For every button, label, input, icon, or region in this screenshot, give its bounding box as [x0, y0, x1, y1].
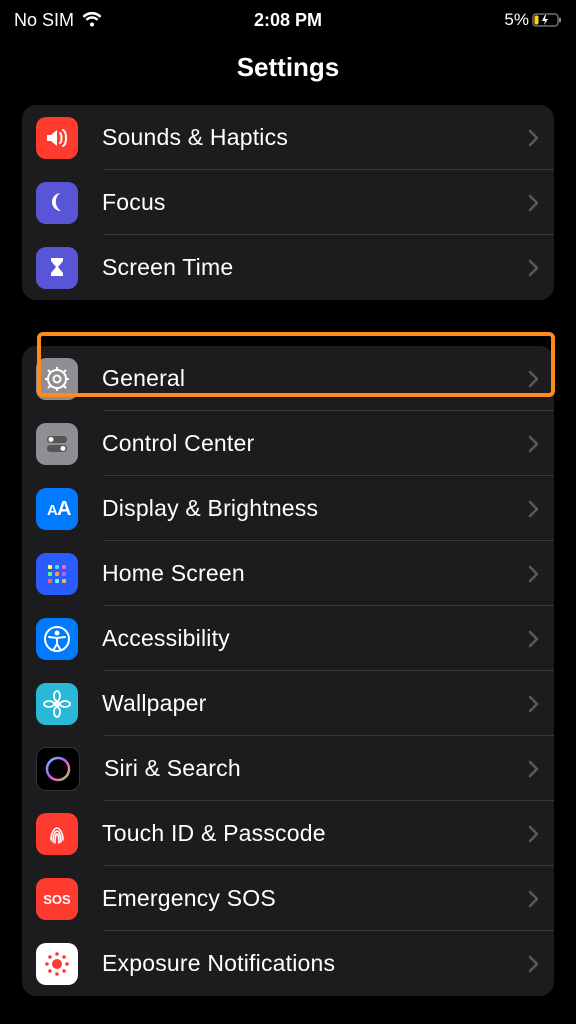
row-label: Emergency SOS	[102, 885, 528, 912]
grid-icon	[36, 553, 78, 595]
accessibility-icon	[36, 618, 78, 660]
row-label: Accessibility	[102, 625, 528, 652]
chevron-right-icon	[528, 129, 540, 147]
carrier-text: No SIM	[14, 10, 74, 31]
row-accessibility[interactable]: Accessibility	[22, 606, 554, 671]
wifi-icon	[82, 12, 102, 28]
speaker-icon	[36, 117, 78, 159]
moon-icon	[36, 182, 78, 224]
row-wallpaper[interactable]: Wallpaper	[22, 671, 554, 736]
sos-icon: SOS	[36, 878, 78, 920]
chevron-right-icon	[528, 259, 540, 277]
row-display-brightness[interactable]: AA Display & Brightness	[22, 476, 554, 541]
text-size-icon: AA	[36, 488, 78, 530]
status-bar: No SIM 2:08 PM 5%	[0, 0, 576, 34]
row-label: Focus	[102, 189, 528, 216]
row-label: Control Center	[102, 430, 528, 457]
fingerprint-icon	[36, 813, 78, 855]
chevron-right-icon	[528, 565, 540, 583]
exposure-icon	[36, 943, 78, 985]
toggles-icon	[36, 423, 78, 465]
row-siri-search[interactable]: Siri & Search	[22, 736, 554, 801]
chevron-right-icon	[528, 370, 540, 388]
row-screen-time[interactable]: Screen Time	[22, 235, 554, 300]
settings-group-2: General Control Center AA Display & Brig…	[22, 346, 554, 996]
row-label: Exposure Notifications	[102, 950, 528, 977]
row-label: Home Screen	[102, 560, 528, 587]
row-label: Wallpaper	[102, 690, 528, 717]
row-label: General	[102, 365, 528, 392]
chevron-right-icon	[528, 194, 540, 212]
flower-icon	[36, 683, 78, 725]
svg-text:SOS: SOS	[43, 892, 71, 907]
siri-icon	[36, 747, 80, 791]
row-label: Touch ID & Passcode	[102, 820, 528, 847]
row-label: Siri & Search	[104, 755, 528, 782]
row-general[interactable]: General	[22, 346, 554, 411]
row-label: Display & Brightness	[102, 495, 528, 522]
chevron-right-icon	[528, 760, 540, 778]
gear-icon	[36, 358, 78, 400]
hourglass-icon	[36, 247, 78, 289]
chevron-right-icon	[528, 955, 540, 973]
row-home-screen[interactable]: Home Screen	[22, 541, 554, 606]
battery-pct: 5%	[504, 10, 529, 30]
svg-text:A: A	[57, 498, 71, 520]
row-label: Screen Time	[102, 254, 528, 281]
chevron-right-icon	[528, 630, 540, 648]
row-exposure-notifications[interactable]: Exposure Notifications	[22, 931, 554, 996]
chevron-right-icon	[528, 695, 540, 713]
row-focus[interactable]: Focus	[22, 170, 554, 235]
chevron-right-icon	[528, 890, 540, 908]
settings-group-1: Sounds & Haptics Focus Screen Time	[22, 105, 554, 300]
page-title: Settings	[0, 34, 576, 105]
row-label: Sounds & Haptics	[102, 124, 528, 151]
row-emergency-sos[interactable]: SOS Emergency SOS	[22, 866, 554, 931]
chevron-right-icon	[528, 500, 540, 518]
battery-icon	[532, 13, 562, 27]
row-control-center[interactable]: Control Center	[22, 411, 554, 476]
row-sounds-haptics[interactable]: Sounds & Haptics	[22, 105, 554, 170]
chevron-right-icon	[528, 435, 540, 453]
chevron-right-icon	[528, 825, 540, 843]
row-touch-id[interactable]: Touch ID & Passcode	[22, 801, 554, 866]
